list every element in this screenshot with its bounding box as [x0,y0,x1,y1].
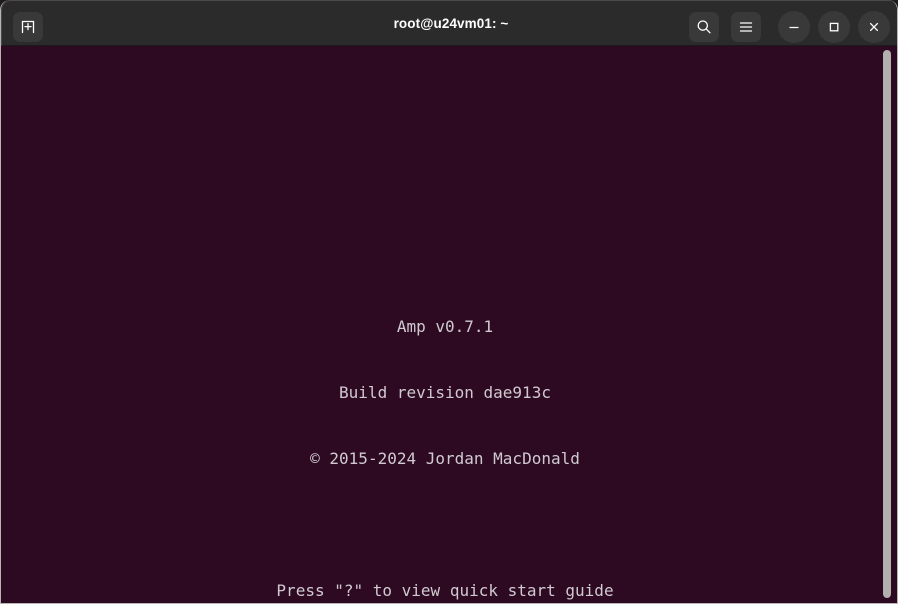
terminal-line-hint: Press "?" to view quick start guide [276,581,614,600]
title-bar: root@u24vm01: ~ [1,0,897,46]
terminal-line-copyright: © 2015-2024 Jordan MacDonald [310,449,580,468]
terminal-window: root@u24vm01: ~ Amp v0.7.1 Build revisio… [0,0,898,604]
maximize-icon [829,22,839,32]
maximize-button[interactable] [818,11,850,43]
terminal-content[interactable]: Amp v0.7.1 Build revision dae913c © 2015… [2,46,897,602]
window-title: root@u24vm01: ~ [393,16,509,31]
close-icon [869,22,879,32]
menu-button[interactable] [731,12,761,42]
vertical-scrollbar[interactable] [882,46,896,602]
search-button[interactable] [689,12,719,42]
search-icon [697,20,711,34]
terminal-splash-text: Amp v0.7.1 Build revision dae913c © 2015… [2,272,888,602]
terminal-line-version: Amp v0.7.1 [396,317,494,336]
scrollbar-thumb[interactable] [883,50,891,598]
terminal-line-build: Build revision dae913c [339,383,551,402]
minimize-button[interactable] [778,11,810,43]
hamburger-menu-icon [739,22,753,32]
close-button[interactable] [858,11,890,43]
minimize-icon [789,26,799,29]
